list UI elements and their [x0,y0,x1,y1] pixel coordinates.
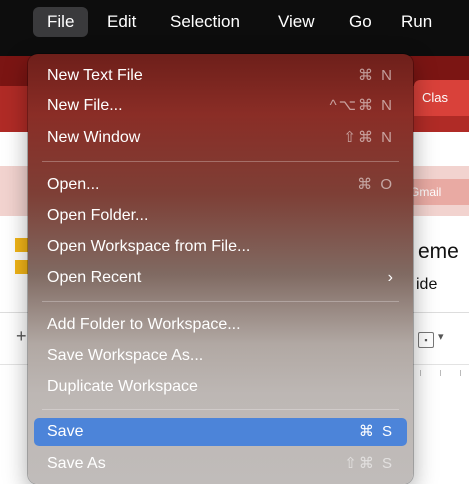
add-icon[interactable]: + [16,326,27,347]
file-menu-dropdown: New Text File ⌘ N New File... ^⌥⌘ N New … [28,54,413,484]
menu-edit[interactable]: Edit [93,7,150,37]
chevron-right-icon: › [387,269,393,286]
menu-item-add-folder-to-workspace[interactable]: Add Folder to Workspace... [34,313,407,337]
doc-title-partial: eme [418,240,459,263]
doc-icon [15,238,29,252]
menu-item-label: Open Folder... [47,207,149,224]
browser-tab-partial-2[interactable]: senta [410,138,469,166]
menu-item-save-workspace-as[interactable]: Save Workspace As... [34,344,407,368]
menu-item-new-text-file[interactable]: New Text File ⌘ N [34,64,407,88]
menu-file[interactable]: File [33,7,89,37]
menu-item-open-recent[interactable]: Open Recent › [34,266,407,290]
menu-item-save-as[interactable]: Save As ⇧⌘ S [34,452,407,476]
menu-item-label: New Window [47,129,141,146]
menu-selection[interactable]: Selection [156,7,254,37]
menu-separator [42,161,399,162]
menu-view[interactable]: View [264,7,329,37]
menu-go[interactable]: Go [335,7,386,37]
shortcut-hint: ⇧⌘ S [344,455,394,472]
browser-tab-partial[interactable]: Clas [414,80,469,116]
menu-item-new-file[interactable]: New File... ^⌥⌘ N [34,94,407,118]
menu-item-label: Open Recent [47,269,142,286]
menu-item-label: New Text File [47,67,143,84]
menu-item-label: Open Workspace from File... [47,238,251,255]
menu-run[interactable]: Run [387,7,446,37]
shortcut-hint: ⌘ S [358,423,394,440]
ruler-tick [420,370,421,376]
menu-bar: File Edit Selection View Go Run [0,0,469,44]
doc-subtitle-partial: ide [416,276,438,293]
shortcut-hint: ⌘ N [358,67,394,84]
menu-item-label: Save Workspace As... [47,347,204,364]
image-icon[interactable]: ▪ [418,332,434,348]
menu-item-duplicate-workspace[interactable]: Duplicate Workspace [34,375,407,399]
shortcut-hint: ^⌥⌘ N [329,97,394,114]
menu-item-label: Duplicate Workspace [47,378,198,395]
ruler-tick [460,370,461,376]
menu-item-label: Save [47,423,84,440]
menu-item-open[interactable]: Open... ⌘ O [34,173,407,197]
menu-item-label: Open... [47,176,100,193]
menu-item-open-workspace[interactable]: Open Workspace from File... [34,235,407,259]
shortcut-hint: ⌘ O [357,176,394,193]
menu-item-label: New File... [47,97,123,114]
ruler-tick [440,370,441,376]
chevron-down-icon[interactable]: ▾ [438,330,444,343]
menu-separator [42,301,399,302]
menu-separator [42,409,399,410]
menu-item-new-window[interactable]: New Window ⇧⌘ N [34,126,407,150]
menu-item-label: Add Folder to Workspace... [47,316,241,333]
doc-icon [15,260,29,274]
menu-item-save[interactable]: Save ⌘ S [34,418,407,446]
menu-item-open-folder[interactable]: Open Folder... [34,204,407,228]
menu-item-label: Save As [47,455,106,472]
shortcut-hint: ⇧⌘ N [343,129,394,146]
